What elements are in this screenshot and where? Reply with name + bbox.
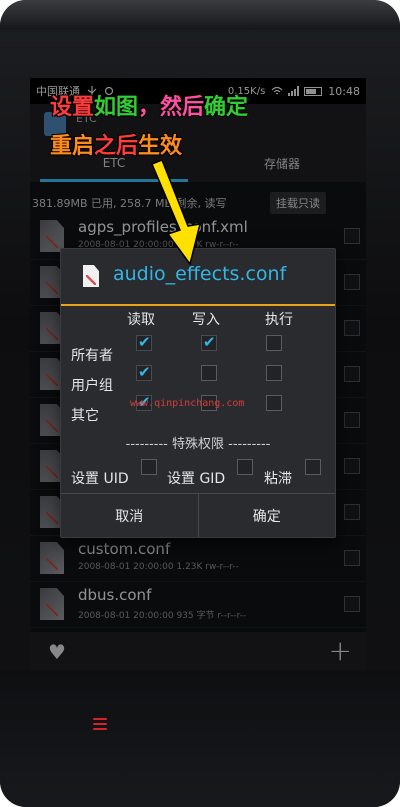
checkbox-owner-read[interactable] — [136, 333, 152, 351]
setuid-label: 设置 UID — [71, 471, 129, 487]
annotation-segment: ，然后 — [138, 95, 205, 120]
annotation-segment: 重启 — [50, 134, 95, 159]
annotation-line-1: 设置如图，然后确定 — [50, 89, 248, 121]
column-write: 写入 — [192, 312, 220, 328]
menu-key-icon[interactable] — [93, 718, 107, 730]
cancel-button[interactable]: 取消 — [61, 494, 198, 537]
row-owner-label: 所有者 — [71, 348, 113, 364]
column-execute: 执行 — [265, 312, 293, 328]
file-icon — [83, 265, 99, 287]
checkbox-sticky[interactable] — [305, 459, 321, 475]
confirm-button[interactable]: 确定 — [197, 494, 336, 537]
annotation-segment: 如图 — [94, 95, 139, 120]
setgid-label: 设置 GID — [167, 471, 226, 487]
sticky-label: 粘滞 — [264, 471, 292, 487]
dialog-buttons: 取消 确定 — [61, 493, 335, 537]
column-read: 读取 — [127, 312, 155, 328]
checkbox-other-execute[interactable] — [266, 395, 282, 411]
annotation-segment: 确定 — [204, 95, 249, 120]
checkbox-owner-write[interactable] — [201, 333, 217, 351]
watermark: www.qinpinchang.com — [130, 398, 245, 409]
annotation-line-2: 重启之后生效 — [50, 128, 182, 160]
checkbox-group-read[interactable] — [136, 363, 152, 381]
dialog-divider — [61, 304, 335, 306]
checkbox-group-write[interactable] — [201, 365, 217, 381]
row-group-label: 用户组 — [71, 378, 113, 394]
special-permissions-header: --------- 特殊权限 --------- — [125, 437, 271, 452]
phone-bottom-bezel — [0, 670, 400, 807]
checkbox-setuid[interactable] — [141, 459, 157, 475]
annotation-arrow-icon — [151, 160, 202, 266]
row-other-label: 其它 — [71, 408, 99, 424]
annotation-segment: 设置 — [50, 95, 95, 120]
checkbox-setgid[interactable] — [237, 459, 253, 475]
annotation-segment: 生效 — [138, 134, 183, 159]
checkbox-owner-execute[interactable] — [266, 335, 282, 351]
permissions-dialog: audio_effects.conf 读取 写入 执行 所有者 用户组 其它 -… — [60, 248, 336, 538]
checkbox-group-execute[interactable] — [266, 365, 282, 381]
phone-top-edge — [0, 0, 400, 30]
annotation-segment: 之后 — [94, 134, 139, 159]
